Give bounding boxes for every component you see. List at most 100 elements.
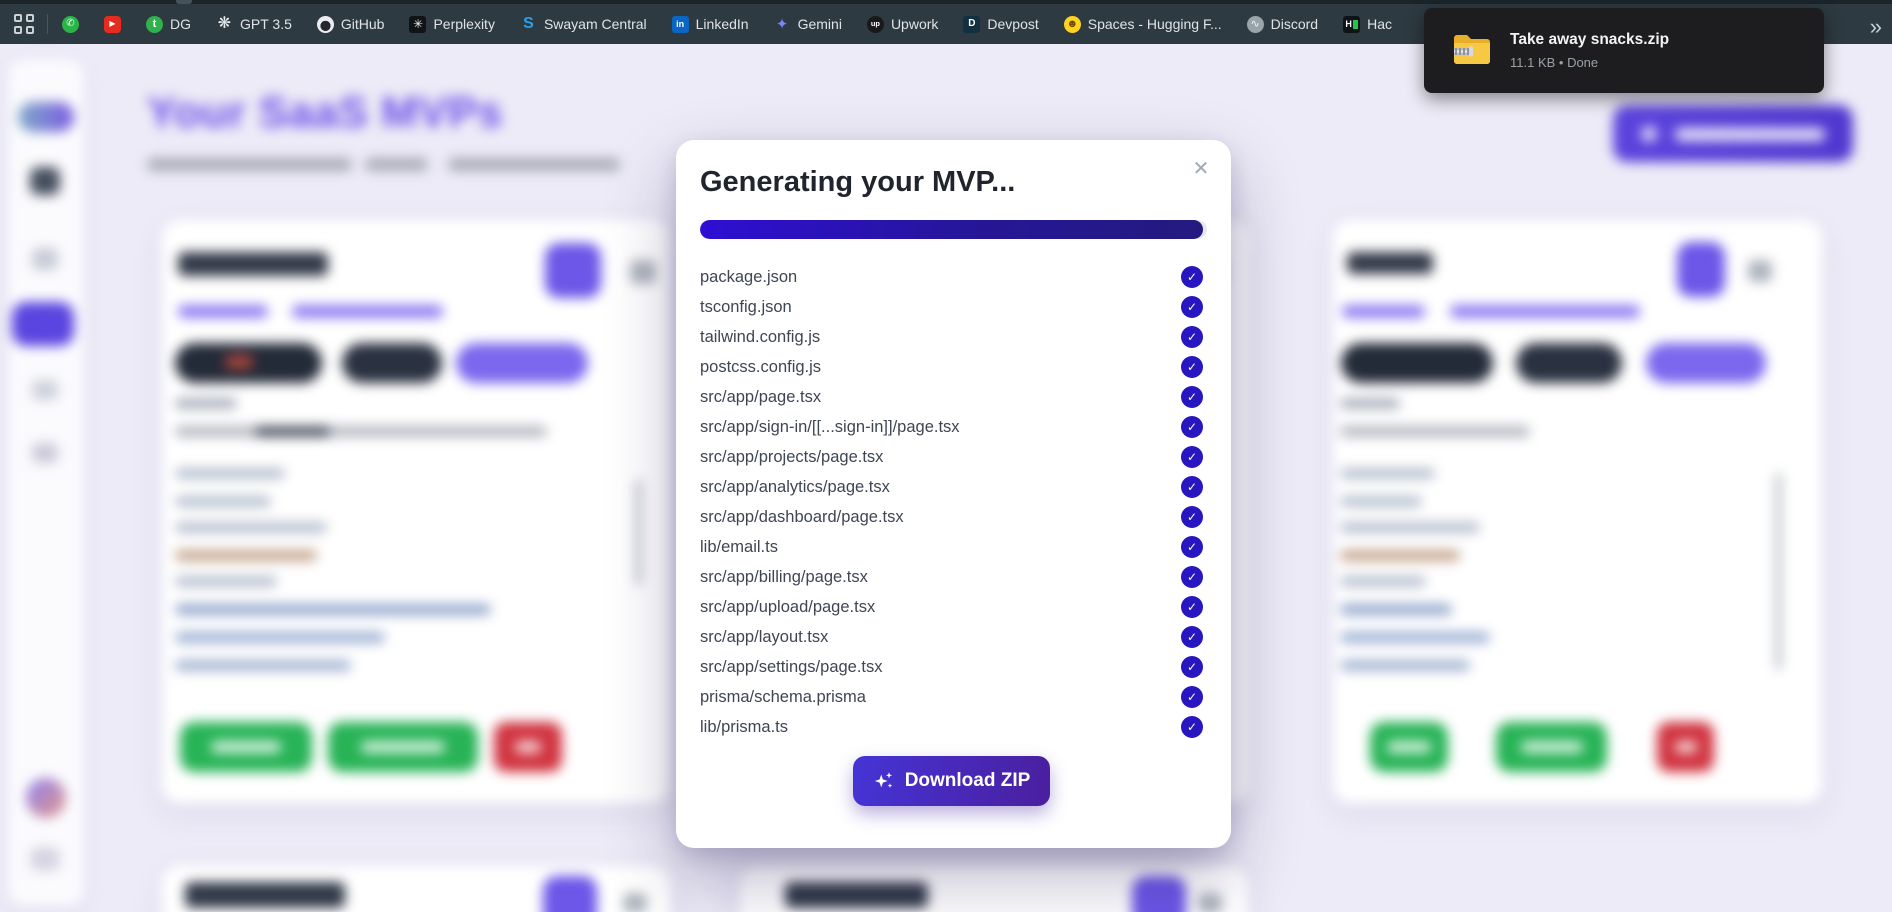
check-icon: ✓ <box>1181 266 1203 288</box>
code-line <box>1340 550 1460 561</box>
file-name: src/app/sign-in/[[...sign-in]]/page.tsx <box>700 417 960 436</box>
devpost-icon: D <box>963 15 981 33</box>
file-name: package.json <box>700 267 798 286</box>
project-card <box>740 866 1248 912</box>
file-row: lib/prisma.ts ✓ <box>700 712 1207 742</box>
file-row: src/app/billing/page.tsx ✓ <box>700 562 1207 592</box>
code-line <box>1340 604 1452 615</box>
check-icon: ✓ <box>1181 566 1203 588</box>
file-name: src/app/dashboard/page.tsx <box>700 507 904 526</box>
file-name: src/app/upload/page.tsx <box>700 597 876 616</box>
bookmark-item[interactable]: up Upwork <box>866 15 938 33</box>
download-notification[interactable]: Take away snacks.zip 11.1 KB • Done <box>1424 8 1824 93</box>
bookmark-item[interactable]: S Swayam Central <box>520 16 647 33</box>
generating-mvp-modal: Generating your MVP... ✕ package.json ✓ … <box>676 140 1231 848</box>
file-name: src/app/settings/page.tsx <box>700 657 883 676</box>
sidebar-item-active <box>12 302 74 346</box>
sidebar-icon <box>32 248 58 270</box>
delete-button <box>494 722 562 772</box>
check-icon: ✓ <box>1181 626 1203 648</box>
bookmark-item[interactable]: ✆ <box>62 15 79 33</box>
green-button <box>1370 722 1448 772</box>
page-background: Your SaaS MVPs Generating your MVP... ✕ … <box>0 44 1892 912</box>
file-row: postcss.config.js ✓ <box>700 352 1207 382</box>
code-line <box>175 522 327 533</box>
file-name: prisma/schema.prisma <box>700 687 866 706</box>
check-icon: ✓ <box>1181 686 1203 708</box>
file-name: postcss.config.js <box>700 357 822 376</box>
download-status: 11.1 KB • Done <box>1510 55 1599 70</box>
bookmark-item[interactable]: ▶ <box>104 15 121 33</box>
tech-pill <box>456 343 588 383</box>
hackerrank-icon: H <box>1343 15 1361 33</box>
apps-grid-icon[interactable] <box>14 14 34 34</box>
file-name: lib/prisma.ts <box>700 717 789 736</box>
card-title-placeholder <box>178 252 328 276</box>
openai-icon: ❋ <box>217 15 232 32</box>
file-row: src/app/page.tsx ✓ <box>700 382 1207 412</box>
card-link-placeholder <box>1342 305 1425 318</box>
check-icon: ✓ <box>1181 656 1203 678</box>
file-row: package.json ✓ <box>700 262 1207 292</box>
project-card <box>162 220 670 803</box>
check-icon: ✓ <box>1181 416 1203 438</box>
file-row: tsconfig.json ✓ <box>700 292 1207 322</box>
code-line <box>175 660 351 671</box>
sidebar <box>8 60 84 906</box>
file-row: src/app/sign-in/[[...sign-in]]/page.tsx … <box>700 412 1207 442</box>
page-subtitle-placeholder <box>365 158 428 171</box>
bookmark-item[interactable]: H Hac <box>1343 15 1392 33</box>
text-placeholder <box>1340 398 1400 409</box>
code-line <box>1340 468 1435 479</box>
check-icon: ✓ <box>1181 596 1203 618</box>
bookmark-item[interactable]: ☻ Spaces - Hugging F... <box>1063 15 1222 33</box>
bookmark-item[interactable]: t DG <box>146 15 191 33</box>
file-name: lib/email.ts <box>700 537 778 556</box>
project-card <box>162 866 670 912</box>
tech-pill <box>175 343 322 383</box>
page-title: Your SaaS MVPs <box>147 88 503 137</box>
card-link-placeholder <box>292 305 443 318</box>
bookmarks-overflow-chevron[interactable]: » <box>1870 14 1882 40</box>
check-icon: ✓ <box>1181 356 1203 378</box>
file-row: src/app/projects/page.tsx ✓ <box>700 442 1207 472</box>
check-icon: ✓ <box>1181 446 1203 468</box>
bookmark-item[interactable]: in LinkedIn <box>671 15 749 33</box>
card-link-placeholder <box>1450 305 1640 318</box>
bookmark-item[interactable]: ✦ Gemini <box>774 16 842 33</box>
download-filename: Take away snacks.zip <box>1510 31 1670 48</box>
upwork-icon: up <box>866 15 884 33</box>
file-row: lib/email.ts ✓ <box>700 532 1207 562</box>
card-title-placeholder <box>1347 252 1433 274</box>
file-row: src/app/upload/page.tsx ✓ <box>700 592 1207 622</box>
code-line <box>1340 522 1480 533</box>
browser-window: ✆ ▶ t DG ❋ GPT 3.5 GitHub ✳ Perplexity S… <box>0 0 1892 912</box>
youtube-icon: ▶ <box>104 15 121 33</box>
close-icon[interactable]: ✕ <box>1187 154 1215 182</box>
dg-icon: t <box>146 15 163 33</box>
code-line <box>175 496 271 507</box>
card-menu-icon <box>1198 893 1222 912</box>
check-icon: ✓ <box>1181 476 1203 498</box>
card-link-placeholder <box>178 305 268 318</box>
bookmarks-separator <box>47 14 48 34</box>
check-icon: ✓ <box>1181 506 1203 528</box>
bookmark-item[interactable]: ✳ Perplexity <box>409 15 495 33</box>
check-icon: ✓ <box>1181 326 1203 348</box>
page-subtitle-placeholder <box>448 158 620 171</box>
bookmark-item[interactable]: ∿ Discord <box>1246 15 1318 33</box>
file-name: tailwind.config.js <box>700 327 821 346</box>
check-icon: ✓ <box>1181 716 1203 738</box>
check-icon: ✓ <box>1181 296 1203 318</box>
bookmark-item[interactable]: ❋ GPT 3.5 <box>216 16 292 33</box>
tech-pill <box>1341 343 1493 383</box>
linkedin-icon: in <box>671 15 689 33</box>
scrollbar-thumb <box>636 480 641 585</box>
tech-pill <box>1646 343 1766 383</box>
bookmark-item[interactable]: D Devpost <box>963 15 1039 33</box>
green-button <box>1496 722 1607 772</box>
download-zip-button[interactable]: Download ZIP <box>853 756 1050 806</box>
github-icon <box>316 15 334 33</box>
bookmark-item[interactable]: GitHub <box>316 15 384 33</box>
card-app-icon <box>545 243 601 298</box>
